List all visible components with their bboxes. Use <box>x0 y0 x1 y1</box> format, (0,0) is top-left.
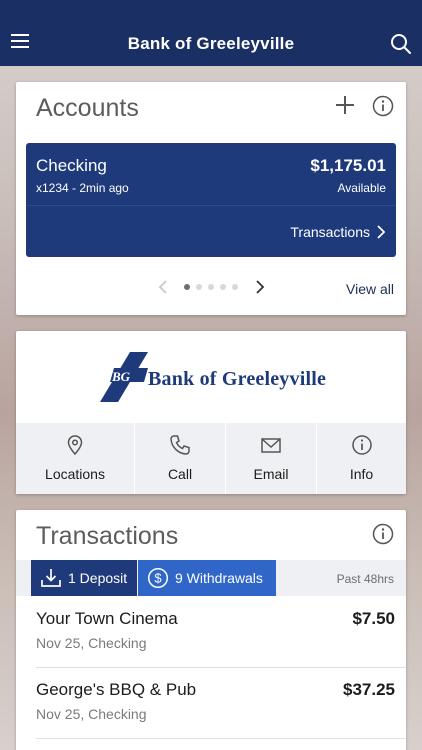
accounts-card: Accounts Checking x1234 - 2min ago $1,17… <box>16 82 406 315</box>
transaction-row[interactable]: George's BBQ & Pub $37.25 Nov 25, Checki… <box>16 667 406 738</box>
transaction-amount: $37.25 <box>343 680 395 699</box>
deposits-filter-button[interactable]: 1 Deposit <box>31 560 137 596</box>
transaction-row[interactable]: Your Town Cinema $7.50 Nov 25, Checking <box>16 596 406 667</box>
view-all-link[interactable]: View all <box>346 281 394 297</box>
panel-divider <box>26 205 396 206</box>
deposit-count: 1 Deposit <box>68 570 128 586</box>
transaction-filters: 1 Deposit $ 9 Withdrawals Past 48hrs <box>16 560 406 596</box>
download-tray-icon <box>41 569 61 587</box>
checking-account-panel[interactable]: Checking x1234 - 2min ago $1,175.01 Avai… <box>26 143 396 257</box>
email-button[interactable]: Email <box>226 423 316 494</box>
transaction-detail: Nov 25, Checking <box>36 635 147 651</box>
locations-button[interactable]: Locations <box>16 423 134 494</box>
account-pager <box>158 280 268 296</box>
dollar-circle-icon: $ <box>147 567 169 589</box>
map-pin-icon <box>67 435 83 456</box>
action-label: Call <box>167 466 193 482</box>
balance-label: Available <box>337 181 386 195</box>
envelope-icon <box>261 438 281 453</box>
account-balance: $1,175.01 <box>310 156 386 175</box>
transaction-detail: Nov 25, Checking <box>36 706 147 722</box>
phone-icon <box>170 435 190 455</box>
transaction-merchant: George's BBQ & Pub <box>36 680 197 699</box>
chevron-left-icon[interactable] <box>158 280 168 294</box>
contact-actions: Locations Call Email Info <box>16 423 406 494</box>
pager-dot[interactable] <box>232 284 238 290</box>
action-label: Locations <box>45 466 105 482</box>
transactions-card: Transactions 1 Deposit $ 9 Withdrawals P… <box>16 510 406 750</box>
info-icon[interactable] <box>372 95 394 117</box>
search-icon[interactable] <box>390 33 412 55</box>
chevron-right-icon <box>377 225 386 239</box>
app-title: Bank of Greeleyville <box>127 34 295 53</box>
pager-dot[interactable] <box>220 284 226 290</box>
accounts-title: Accounts <box>36 94 139 122</box>
action-label: Email <box>253 466 289 482</box>
transactions-link[interactable]: Transactions <box>290 224 370 240</box>
withdrawals-filter-button[interactable]: $ 9 Withdrawals <box>138 560 276 596</box>
call-button[interactable]: Call <box>135 423 225 494</box>
bank-name: Bank of Greeleyville <box>148 368 327 390</box>
pager-dot[interactable] <box>208 284 214 290</box>
withdrawal-count: 9 Withdrawals <box>175 570 263 586</box>
svg-text:$: $ <box>154 571 162 586</box>
info-icon <box>351 435 372 455</box>
transaction-merchant: Your Town Cinema <box>36 609 178 628</box>
action-label: Info <box>349 466 374 482</box>
top-bar: Bank of Greeleyville <box>0 0 422 66</box>
chevron-right-icon[interactable] <box>255 280 265 294</box>
bank-card: BG Bank of Greeleyville Locations Call E… <box>16 331 406 494</box>
account-number: x1234 - 2min ago <box>36 181 129 195</box>
transactions-title: Transactions <box>36 522 179 550</box>
row-divider <box>36 738 406 739</box>
logo-monogram: BG <box>111 369 131 384</box>
time-range-label: Past 48hrs <box>336 572 394 586</box>
pager-dot[interactable] <box>196 284 202 290</box>
account-name: Checking <box>36 156 107 175</box>
plus-icon[interactable] <box>334 94 356 116</box>
info-icon[interactable] <box>372 523 394 545</box>
info-button[interactable]: Info <box>317 423 406 494</box>
pager-dot[interactable] <box>184 284 190 290</box>
transaction-amount: $7.50 <box>352 609 395 628</box>
